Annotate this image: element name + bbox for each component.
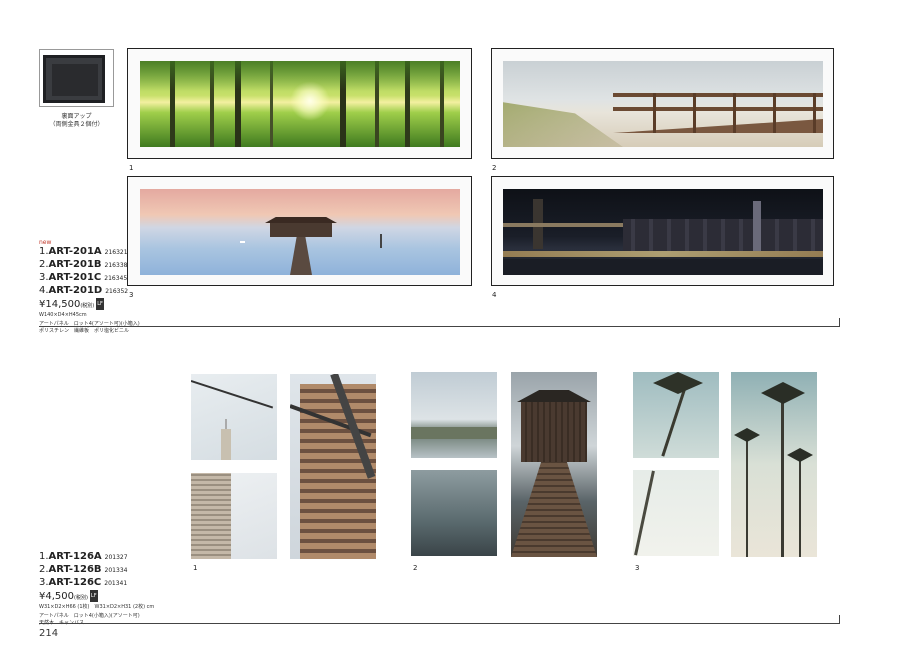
spec-line-1: アートパネル ロット4(小箱入)(アソート可) [39,613,140,619]
image-number-3: 3 [635,564,640,572]
art-126c-panel-top-left [633,372,719,458]
lf-badge: LF [96,298,104,310]
art-panel-city-night [491,176,834,286]
product-code-row: 2.ART-201B 216338 [39,259,128,270]
city-night-image [503,189,823,275]
image-number-4: 4 [492,291,497,299]
art-126b-panel-bottom-left [411,470,497,556]
spec-line-2: ポリスチレン 繊維板 ポリ塩化ビニル [39,328,130,334]
section-divider-tick [839,318,840,327]
forest-image [140,61,460,147]
back-closeup-caption: 裏面アップ （両側金具２個付） [49,113,104,128]
bottom-product-info: 1.ART-126A 201327 2.ART-126B 201334 3.ART-… [39,551,189,627]
image-number-1: 1 [129,164,134,172]
product-code-row: 3.ART-126C 201341 [39,577,128,588]
art-panel-forest [127,48,472,159]
size-text: W140×D4×H45cm [39,312,87,318]
section-divider-tick [839,615,840,624]
lf-badge: LF [89,590,98,602]
product-code-row: 2.ART-126B 201334 [39,564,128,575]
product-code-row: 1.ART-201A 216321 [39,246,128,257]
art-126c-panel-bottom-left [633,470,719,556]
top-product-info: new 1.ART-201A 216321 2.ART-201B 216338 3.… [39,239,149,335]
image-number-2: 2 [413,564,418,572]
art-126b-panel-top-left [411,372,497,458]
section-divider [39,326,839,327]
section-divider [39,623,839,624]
art-126a-panel-top-left [191,374,277,460]
beach-image [503,61,823,147]
art-panel-beach [491,48,834,159]
pier-image [140,189,460,275]
product-code-row: 4.ART-201D 216352 [39,285,129,296]
page-number: 214 [39,628,59,639]
price: ¥4,500(税別) LF [39,590,98,602]
art-126c-panel-tall [731,372,817,557]
size-text: W31×D2×H66 (1枚) W31×D2×H31 (2枚) cm [39,604,155,610]
back-closeup-photo [39,49,114,107]
new-label: new [39,239,52,246]
art-126b-panel-tall [511,372,597,557]
product-code-row: 1.ART-126A 201327 [39,551,128,562]
art-126a-panel-tall [290,374,376,559]
price: ¥14,500(税別) LF [39,298,104,310]
product-code-row: 3.ART-201C 216345 [39,272,128,283]
image-number-2: 2 [492,164,497,172]
art-126a-panel-bottom-left [191,473,277,559]
image-number-1: 1 [193,564,198,572]
art-panel-pier [127,176,472,286]
